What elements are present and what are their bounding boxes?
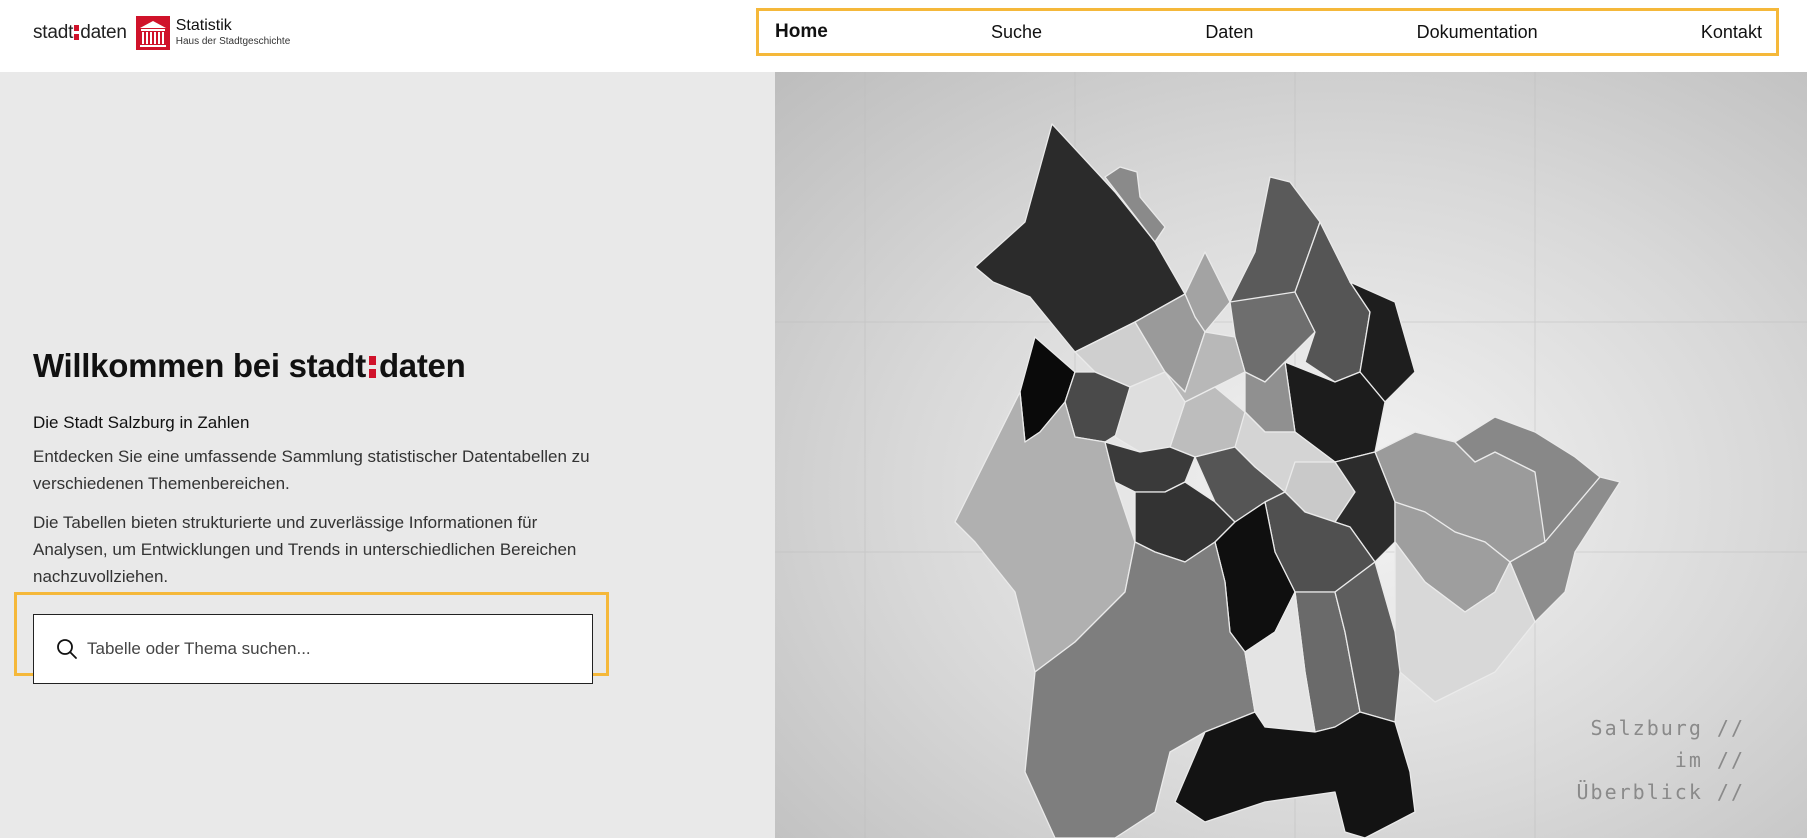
nav-daten[interactable]: Daten	[1205, 22, 1253, 43]
nav-dokumentation[interactable]: Dokumentation	[1417, 22, 1538, 43]
logo-subtitle: Haus der Stadtgeschichte	[175, 36, 291, 48]
site-header: stadt daten Statistik Haus der Stadtgesch…	[0, 0, 1807, 72]
nav-suche[interactable]: Suche	[991, 22, 1042, 43]
map-overlay-caption: Salzburg // im // Überblick //	[1577, 712, 1746, 808]
logo-wordmark: stadt daten	[33, 22, 127, 43]
nav-kontakt[interactable]: Kontakt	[1701, 22, 1762, 43]
logo-colon-icon	[74, 25, 80, 40]
overlay-line-2: im //	[1674, 748, 1745, 772]
logo-subtitle-block: Statistik Haus der Stadtgeschichte	[176, 18, 291, 47]
overlay-line-3: Überblick //	[1576, 780, 1745, 804]
hero-subtitle: Die Stadt Salzburg in Zahlen	[33, 413, 250, 432]
search-icon	[57, 639, 77, 659]
hero-paragraph-2: Die Tabellen bieten strukturierte und zu…	[33, 513, 577, 586]
district-map: Salzburg // im // Überblick //	[775, 72, 1807, 838]
page-title: Willkommen bei stadt daten	[33, 347, 466, 384]
hero-paragraph-1: Entdecken Sie eine umfassende Sammlung s…	[33, 447, 590, 493]
main-navigation: Home Suche Daten Dokumentation Kontakt	[756, 8, 1779, 56]
nav-home[interactable]: Home	[775, 21, 828, 43]
search-bar[interactable]	[33, 614, 593, 684]
building-logo-icon	[135, 16, 170, 50]
title-colon-icon	[368, 356, 376, 378]
site-logo[interactable]: stadt daten Statistik Haus der Stadtgesch…	[33, 15, 290, 51]
overlay-line-1: Salzburg //	[1590, 716, 1745, 740]
logo-title: Statistik	[175, 17, 232, 35]
search-input[interactable]	[87, 639, 567, 659]
search-highlight	[14, 592, 609, 684]
